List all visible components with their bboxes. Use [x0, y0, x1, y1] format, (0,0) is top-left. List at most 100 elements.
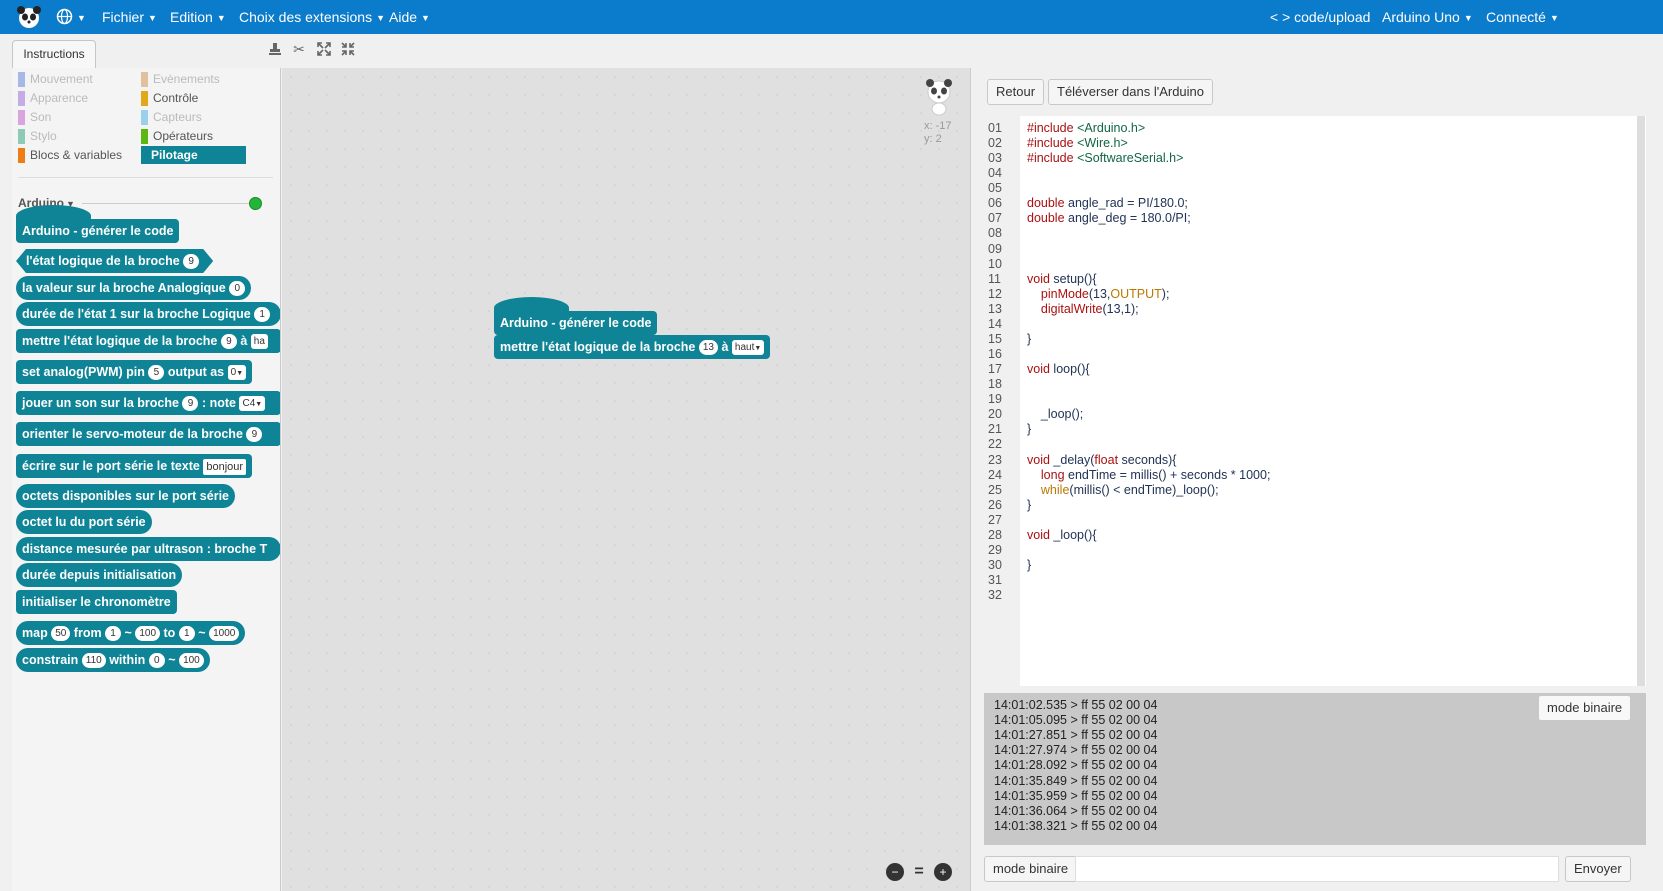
- value-input[interactable]: 100: [179, 653, 204, 669]
- pin-input[interactable]: 9: [246, 427, 263, 443]
- category-swatch: [18, 148, 25, 163]
- state-dropdown[interactable]: ha: [250, 334, 268, 350]
- script-digital-write[interactable]: mettre l'état logique de la broche 13 à …: [494, 335, 771, 359]
- category-blocs-variables[interactable]: Blocs & variables: [18, 146, 122, 164]
- value-input[interactable]: 110: [81, 653, 106, 669]
- line-number: 32: [988, 588, 1002, 603]
- category-label: Pilotage: [151, 148, 198, 162]
- state-dropdown[interactable]: haut▼: [731, 340, 765, 356]
- panda-logo-icon[interactable]: [16, 4, 42, 30]
- line-number: 02: [988, 136, 1002, 151]
- block-generate-code[interactable]: Arduino - générer le code: [16, 205, 180, 243]
- serial-send-input[interactable]: [1075, 856, 1559, 882]
- pin-input[interactable]: 1: [254, 307, 271, 323]
- block-servo[interactable]: orienter le servo-moteur de la broche 9: [16, 422, 280, 446]
- connection-status-icon: [249, 197, 262, 210]
- category-capteurs[interactable]: Capteurs: [141, 108, 202, 126]
- block-digital-read[interactable]: l'état logique de la broche 9: [16, 249, 213, 273]
- board-menu[interactable]: Arduino Uno ▼: [1382, 0, 1473, 34]
- help-menu[interactable]: Aide ▼: [389, 0, 430, 34]
- block-label: initialiser le chronomètre: [22, 595, 171, 609]
- scripts-workspace[interactable]: x: -17 y: 2 Arduino - générer le code met…: [282, 68, 970, 891]
- category-swatch: [18, 129, 25, 144]
- value-input[interactable]: 0: [148, 653, 165, 669]
- pin-input[interactable]: 5: [148, 365, 165, 381]
- block-serial-write[interactable]: écrire sur le port série le texte bonjou…: [16, 454, 253, 478]
- block-label: set analog(PWM) pin: [22, 365, 145, 379]
- category-son[interactable]: Son: [18, 108, 51, 126]
- pin-input[interactable]: 0: [229, 281, 246, 297]
- category-controle[interactable]: Contrôle: [141, 89, 198, 107]
- value-input[interactable]: 100: [135, 626, 161, 642]
- zoom-in-icon[interactable]: +: [934, 863, 952, 881]
- line-number: 24: [988, 467, 1002, 482]
- note-dropdown[interactable]: C4▼: [239, 396, 266, 412]
- editor-scrollbar[interactable]: [1637, 116, 1645, 686]
- connection-status: Connecté: [1486, 9, 1546, 25]
- block-serial-read[interactable]: octet lu du port série: [16, 510, 152, 534]
- pin-input[interactable]: 9: [182, 396, 199, 412]
- block-analog-write[interactable]: set analog(PWM) pin 5 output as 0▼: [16, 360, 253, 384]
- stamp-icon[interactable]: [266, 40, 284, 58]
- connection-menu[interactable]: Connecté ▼: [1486, 0, 1559, 34]
- line-number: 03: [988, 151, 1002, 166]
- scissors-icon[interactable]: ✂: [290, 40, 308, 58]
- value-input[interactable]: 1: [178, 626, 195, 642]
- code-line: #include <SoftwareSerial.h>: [1027, 151, 1184, 166]
- tab-instructions[interactable]: Instructions: [12, 40, 96, 68]
- upload-button[interactable]: Téléverser dans l'Arduino: [1048, 79, 1213, 105]
- script-generate-code[interactable]: Arduino - générer le code: [494, 297, 658, 335]
- category-evenements[interactable]: Evènements: [141, 70, 220, 88]
- code-line: void setup(){: [1027, 271, 1097, 286]
- zoom-reset-icon[interactable]: =: [910, 863, 928, 881]
- category-stylo[interactable]: Stylo: [18, 127, 57, 145]
- shrink-icon[interactable]: [339, 40, 357, 58]
- value-input[interactable]: 1: [105, 626, 122, 642]
- block-serial-available[interactable]: octets disponibles sur le port série: [16, 484, 236, 508]
- value-dropdown[interactable]: 0▼: [227, 365, 247, 381]
- category-swatch: [18, 91, 25, 106]
- category-operateurs[interactable]: Opérateurs: [141, 127, 213, 145]
- send-button[interactable]: Envoyer: [1565, 856, 1631, 882]
- block-map[interactable]: map 50 from 1 ~ 100 to 1 ~ 1000: [16, 621, 246, 645]
- text-input[interactable]: bonjour: [203, 458, 247, 475]
- code-line: digitalWrite(13,1);: [1040, 301, 1139, 316]
- extensions-menu[interactable]: Choix des extensions ▼: [239, 0, 385, 34]
- panda-sprite-icon: [926, 79, 952, 116]
- pin-input[interactable]: 13: [698, 340, 718, 356]
- code-editor[interactable]: 01 02 03 04 05 06 07 08 09 10 11 12 13 14 15 16 17 18 19 20…: [984, 116, 1646, 686]
- value-input[interactable]: 1000: [209, 626, 240, 642]
- block-constrain[interactable]: constrain 110 within 0 ~ 100: [16, 648, 210, 672]
- binary-mode-toggle-top[interactable]: mode binaire: [1538, 695, 1632, 721]
- file-menu[interactable]: Fichier ▼: [102, 0, 157, 34]
- category-pilotage[interactable]: Pilotage: [141, 146, 246, 164]
- grow-icon[interactable]: [315, 40, 333, 58]
- block-timer[interactable]: durée depuis initialisation: [16, 563, 183, 587]
- category-mouvement[interactable]: Mouvement: [18, 70, 93, 88]
- block-ultrasonic[interactable]: distance mesurée par ultrason : broche T: [16, 537, 280, 561]
- block-reset-timer[interactable]: initialiser le chronomètre: [16, 590, 177, 614]
- edit-menu[interactable]: Edition ▼: [170, 0, 226, 34]
- block-label: map: [22, 626, 48, 640]
- block-label: from: [73, 626, 102, 640]
- pin-input[interactable]: 9: [183, 254, 199, 269]
- line-number: 01: [988, 121, 1002, 135]
- code-line: }: [1027, 558, 1032, 573]
- serial-log-line: 14:01:35.849 > ff 55 02 00 04: [994, 773, 1158, 788]
- block-label: octet lu du port série: [22, 515, 146, 529]
- value-input[interactable]: 50: [51, 626, 71, 642]
- block-play-tone[interactable]: jouer un son sur la broche 9 : note C4▼: [16, 391, 280, 415]
- code-line: }: [1027, 497, 1032, 512]
- back-button[interactable]: Retour: [987, 79, 1045, 105]
- code-line: }: [1027, 331, 1032, 346]
- language-menu[interactable]: ▼: [56, 0, 86, 34]
- code-line: void loop(){: [1027, 362, 1090, 377]
- zoom-out-icon[interactable]: −: [886, 863, 904, 881]
- pin-input[interactable]: 9: [220, 334, 237, 350]
- category-apparence[interactable]: Apparence: [18, 89, 88, 107]
- block-analog-read[interactable]: la valeur sur la broche Analogique 0: [16, 276, 252, 300]
- block-pulse-duration[interactable]: durée de l'état 1 sur la broche Logique …: [16, 302, 280, 326]
- code-upload-link[interactable]: < > code/upload: [1270, 0, 1370, 34]
- binary-mode-toggle[interactable]: mode binaire: [984, 856, 1078, 882]
- block-digital-write[interactable]: mettre l'état logique de la broche 9 à h…: [16, 329, 280, 353]
